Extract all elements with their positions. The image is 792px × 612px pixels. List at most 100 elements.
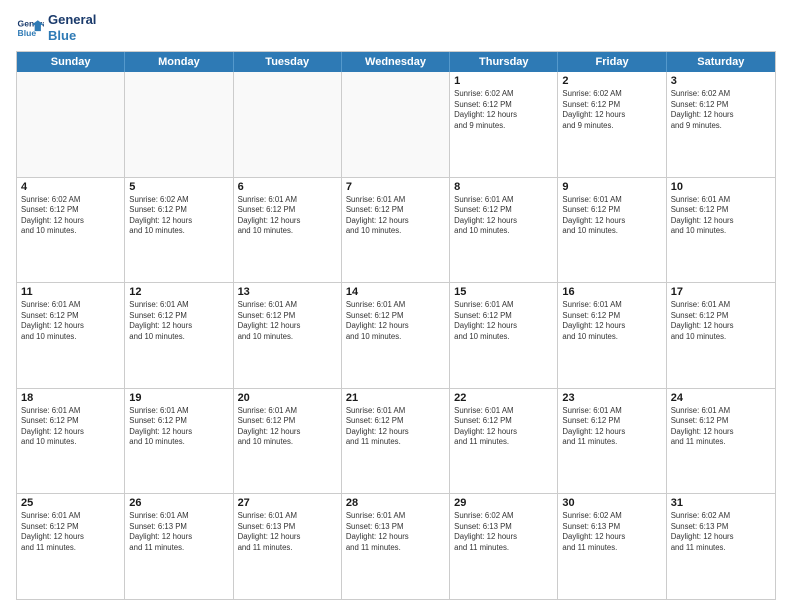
day-number: 26 (129, 497, 228, 509)
calendar-cell: 11 Sunrise: 6:01 AM Sunset: 6:12 PM Dayli… (17, 283, 125, 388)
day-number: 6 (238, 181, 337, 193)
day-info: Sunrise: 6:01 AM Sunset: 6:12 PM Dayligh… (129, 300, 228, 342)
calendar-cell: 12 Sunrise: 6:01 AM Sunset: 6:12 PM Dayli… (125, 283, 233, 388)
page: General Blue General Blue SundayMondayTu… (0, 0, 792, 612)
calendar-cell: 9 Sunrise: 6:01 AM Sunset: 6:12 PM Daylig… (558, 178, 666, 283)
calendar-week: 25Sunrise: 6:01 AM Sunset: 6:12 PM Dayli… (17, 494, 775, 599)
calendar-body: 1Sunrise: 6:02 AM Sunset: 6:12 PM Daylig… (17, 72, 775, 599)
calendar-cell: 22 Sunrise: 6:01 AM Sunset: 6:12 PM Dayli… (450, 389, 558, 494)
calendar-cell: 24 Sunrise: 6:01 AM Sunset: 6:12 PM Dayli… (667, 389, 775, 494)
day-info: Sunrise: 6:01 AM Sunset: 6:12 PM Dayligh… (346, 195, 445, 237)
calendar-cell: 31Sunrise: 6:02 AM Sunset: 6:13 PM Dayli… (667, 494, 775, 599)
calendar-cell: 18 Sunrise: 6:01 AM Sunset: 6:12 PM Dayli… (17, 389, 125, 494)
day-info: Sunrise: 6:01 AM Sunset: 6:12 PM Dayligh… (454, 195, 553, 237)
calendar-cell: 16 Sunrise: 6:01 AM Sunset: 6:12 PM Dayli… (558, 283, 666, 388)
day-info: Sunrise: 6:02 AM Sunset: 6:12 PM Dayligh… (129, 195, 228, 237)
calendar-cell: 3 Sunrise: 6:02 AM Sunset: 6:12 PM Daylig… (667, 72, 775, 177)
calendar-cell: 29 Sunrise: 6:02 AM Sunset: 6:13 PM Dayli… (450, 494, 558, 599)
day-info: Sunrise: 6:02 AM Sunset: 6:12 PM Dayligh… (454, 89, 553, 131)
day-number: 30 (562, 497, 661, 509)
day-number: 7 (346, 181, 445, 193)
calendar-cell: 28 Sunrise: 6:01 AM Sunset: 6:13 PM Dayli… (342, 494, 450, 599)
day-number: 24 (671, 392, 771, 404)
day-number: 9 (562, 181, 661, 193)
day-number: 18 (21, 392, 120, 404)
calendar-cell (17, 72, 125, 177)
calendar-header-cell: Thursday (450, 52, 558, 72)
day-info: Sunrise: 6:01 AM Sunset: 6:12 PM Dayligh… (562, 406, 661, 448)
calendar-header-row: SundayMondayTuesdayWednesdayThursdayFrid… (17, 52, 775, 72)
day-info: Sunrise: 6:01 AM Sunset: 6:12 PM Dayligh… (238, 300, 337, 342)
day-info: Sunrise: 6:01 AM Sunset: 6:12 PM Dayligh… (21, 406, 120, 448)
day-number: 19 (129, 392, 228, 404)
day-info: Sunrise: 6:02 AM Sunset: 6:13 PM Dayligh… (454, 511, 553, 553)
day-info: Sunrise: 6:01 AM Sunset: 6:12 PM Dayligh… (562, 300, 661, 342)
calendar: SundayMondayTuesdayWednesdayThursdayFrid… (16, 51, 776, 600)
day-number: 16 (562, 286, 661, 298)
day-info: Sunrise: 6:01 AM Sunset: 6:12 PM Dayligh… (238, 195, 337, 237)
day-number: 13 (238, 286, 337, 298)
day-number: 29 (454, 497, 553, 509)
calendar-cell: 23 Sunrise: 6:01 AM Sunset: 6:12 PM Dayli… (558, 389, 666, 494)
calendar-cell: 6 Sunrise: 6:01 AM Sunset: 6:12 PM Daylig… (234, 178, 342, 283)
day-number: 11 (21, 286, 120, 298)
calendar-cell: 26 Sunrise: 6:01 AM Sunset: 6:13 PM Dayli… (125, 494, 233, 599)
calendar-cell (342, 72, 450, 177)
day-number: 28 (346, 497, 445, 509)
day-number: 4 (21, 181, 120, 193)
day-info: Sunrise: 6:01 AM Sunset: 6:12 PM Dayligh… (129, 406, 228, 448)
day-info: Sunrise: 6:01 AM Sunset: 6:12 PM Dayligh… (21, 300, 120, 342)
calendar-cell: 8 Sunrise: 6:01 AM Sunset: 6:12 PM Daylig… (450, 178, 558, 283)
calendar-cell (125, 72, 233, 177)
day-number: 17 (671, 286, 771, 298)
calendar-cell: 4 Sunrise: 6:02 AM Sunset: 6:12 PM Daylig… (17, 178, 125, 283)
calendar-header-cell: Wednesday (342, 52, 450, 72)
calendar-cell: 30 Sunrise: 6:02 AM Sunset: 6:13 PM Dayli… (558, 494, 666, 599)
calendar-cell: 20Sunrise: 6:01 AM Sunset: 6:12 PM Dayli… (234, 389, 342, 494)
calendar-cell: 7 Sunrise: 6:01 AM Sunset: 6:12 PM Daylig… (342, 178, 450, 283)
day-info: Sunrise: 6:01 AM Sunset: 6:12 PM Dayligh… (454, 300, 553, 342)
svg-text:Blue: Blue (18, 27, 37, 37)
day-info: Sunrise: 6:01 AM Sunset: 6:12 PM Dayligh… (21, 511, 120, 553)
calendar-cell: 19 Sunrise: 6:01 AM Sunset: 6:12 PM Dayli… (125, 389, 233, 494)
day-number: 14 (346, 286, 445, 298)
calendar-week: 18 Sunrise: 6:01 AM Sunset: 6:12 PM Dayli… (17, 389, 775, 495)
day-info: Sunrise: 6:01 AM Sunset: 6:13 PM Dayligh… (238, 511, 337, 553)
day-number: 10 (671, 181, 771, 193)
calendar-cell: 25Sunrise: 6:01 AM Sunset: 6:12 PM Dayli… (17, 494, 125, 599)
calendar-cell: 1Sunrise: 6:02 AM Sunset: 6:12 PM Daylig… (450, 72, 558, 177)
calendar-header-cell: Sunday (17, 52, 125, 72)
day-number: 3 (671, 75, 771, 87)
day-number: 2 (562, 75, 661, 87)
calendar-cell: 10 Sunrise: 6:01 AM Sunset: 6:12 PM Dayli… (667, 178, 775, 283)
header: General Blue General Blue (16, 12, 776, 43)
calendar-week: 1Sunrise: 6:02 AM Sunset: 6:12 PM Daylig… (17, 72, 775, 178)
day-info: Sunrise: 6:01 AM Sunset: 6:13 PM Dayligh… (346, 511, 445, 553)
calendar-header-cell: Monday (125, 52, 233, 72)
day-info: Sunrise: 6:02 AM Sunset: 6:12 PM Dayligh… (21, 195, 120, 237)
day-number: 12 (129, 286, 228, 298)
day-number: 27 (238, 497, 337, 509)
day-info: Sunrise: 6:01 AM Sunset: 6:12 PM Dayligh… (346, 406, 445, 448)
day-info: Sunrise: 6:01 AM Sunset: 6:13 PM Dayligh… (129, 511, 228, 553)
day-number: 31 (671, 497, 771, 509)
day-info: Sunrise: 6:01 AM Sunset: 6:12 PM Dayligh… (346, 300, 445, 342)
calendar-cell: 5Sunrise: 6:02 AM Sunset: 6:12 PM Daylig… (125, 178, 233, 283)
day-number: 8 (454, 181, 553, 193)
day-info: Sunrise: 6:01 AM Sunset: 6:12 PM Dayligh… (562, 195, 661, 237)
day-number: 23 (562, 392, 661, 404)
day-info: Sunrise: 6:01 AM Sunset: 6:12 PM Dayligh… (671, 406, 771, 448)
calendar-cell: 2Sunrise: 6:02 AM Sunset: 6:12 PM Daylig… (558, 72, 666, 177)
logo-icon: General Blue (16, 14, 44, 42)
day-info: Sunrise: 6:01 AM Sunset: 6:12 PM Dayligh… (454, 406, 553, 448)
day-info: Sunrise: 6:01 AM Sunset: 6:12 PM Dayligh… (671, 195, 771, 237)
logo-blue: Blue (48, 28, 96, 44)
calendar-cell: 13 Sunrise: 6:01 AM Sunset: 6:12 PM Dayli… (234, 283, 342, 388)
day-number: 22 (454, 392, 553, 404)
calendar-header-cell: Tuesday (234, 52, 342, 72)
day-info: Sunrise: 6:02 AM Sunset: 6:12 PM Dayligh… (671, 89, 771, 131)
calendar-cell: 15Sunrise: 6:01 AM Sunset: 6:12 PM Dayli… (450, 283, 558, 388)
calendar-cell (234, 72, 342, 177)
calendar-cell: 27 Sunrise: 6:01 AM Sunset: 6:13 PM Dayli… (234, 494, 342, 599)
day-info: Sunrise: 6:02 AM Sunset: 6:13 PM Dayligh… (562, 511, 661, 553)
